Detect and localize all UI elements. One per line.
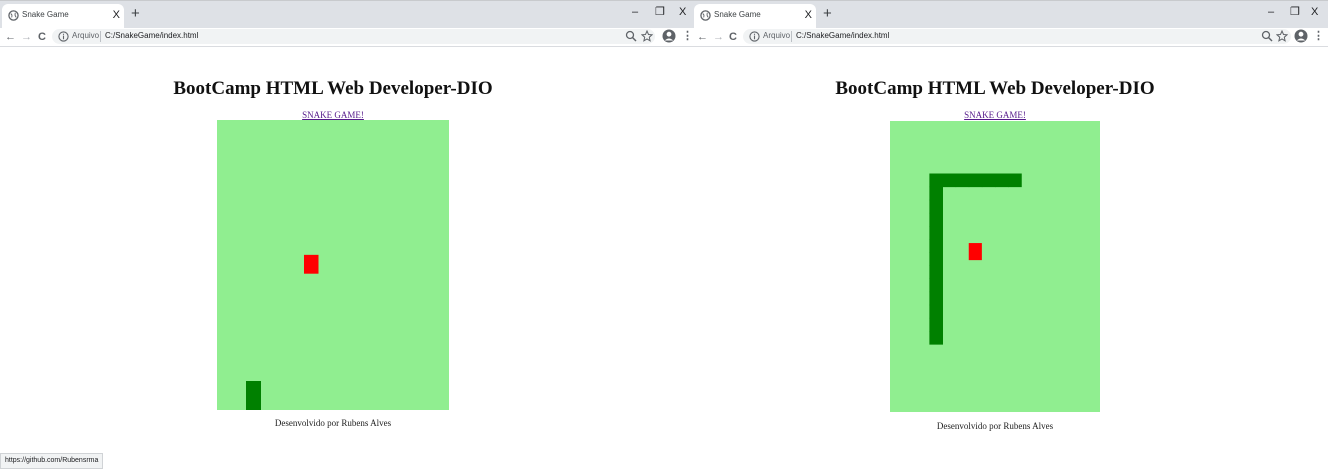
zoom-icon[interactable] — [625, 30, 637, 42]
file-chip-label: Arquivo — [72, 31, 100, 40]
board-background — [890, 121, 1100, 412]
reload-button[interactable]: C — [729, 29, 737, 45]
game-board[interactable] — [217, 120, 449, 410]
snake-segment — [929, 291, 943, 306]
snake-segment — [929, 173, 943, 188]
snake-segment — [929, 331, 943, 345]
tab-snake-game[interactable]: Snake Game X — [694, 4, 816, 28]
tab-strip: Snake Game X + – ❐ X — [0, 0, 692, 28]
browser-window-right: Snake Game X + – ❐ X ← → C Arquivo C:/Sn… — [692, 0, 1328, 469]
page-title: BootCamp HTML Web Developer-DIO — [173, 78, 493, 99]
snake-segment — [246, 381, 261, 396]
window-close-button[interactable]: X — [1311, 4, 1318, 20]
minimize-button[interactable]: – — [1268, 4, 1274, 20]
globe-icon — [8, 10, 19, 21]
forward-button[interactable]: → — [21, 29, 32, 45]
window-close-button[interactable]: X — [679, 4, 686, 20]
profile-avatar-icon[interactable] — [1294, 29, 1308, 43]
snake-segment — [981, 173, 996, 188]
tab-strip: Snake Game X + – ❐ X — [692, 0, 1328, 28]
new-tab-button[interactable]: + — [823, 4, 832, 24]
chip-divider — [791, 31, 792, 42]
tab-close-icon[interactable]: X — [805, 8, 812, 22]
forward-button[interactable]: → — [713, 29, 724, 45]
menu-icon[interactable]: ⋮ — [1313, 28, 1324, 44]
snake-segment — [929, 226, 943, 240]
snake-segment — [929, 265, 943, 279]
snake-segment — [929, 252, 943, 266]
snake-segment — [929, 186, 943, 201]
browser-window-left: Snake Game X + – ❐ X ← → C Arquivo C:/Sn… — [0, 0, 693, 469]
snake-segment — [929, 239, 943, 253]
address-bar[interactable]: Arquivo C:/SnakeGame/index.html — [743, 29, 1291, 44]
new-tab-button[interactable]: + — [131, 4, 140, 24]
snake-segment — [929, 199, 943, 214]
snake-segment — [929, 304, 943, 319]
game-board[interactable] — [890, 121, 1100, 412]
snake-segment — [995, 173, 1009, 188]
reload-button[interactable]: C — [38, 29, 46, 45]
snake-segment — [955, 173, 970, 188]
back-button[interactable]: ← — [5, 29, 16, 45]
restore-button[interactable]: ❐ — [1290, 4, 1300, 20]
snake-segment — [929, 212, 943, 227]
snake-game-link[interactable]: SNAKE GAME! — [964, 110, 1026, 120]
file-chip-label: Arquivo — [763, 31, 791, 40]
tab-close-icon[interactable]: X — [113, 8, 120, 22]
profile-avatar-icon[interactable] — [662, 29, 676, 43]
restore-button[interactable]: ❐ — [655, 4, 665, 20]
snake-segment — [942, 173, 957, 188]
star-icon[interactable] — [1276, 30, 1288, 42]
snake-segment — [929, 278, 943, 293]
page-title: BootCamp HTML Web Developer-DIO — [835, 78, 1155, 99]
food-item — [968, 243, 982, 261]
snake-segment — [929, 317, 943, 332]
globe-icon — [700, 10, 711, 21]
info-icon[interactable] — [749, 31, 760, 42]
tab-snake-game[interactable]: Snake Game X — [2, 4, 124, 28]
browser-toolbar: ← → C Arquivo C:/SnakeGame/index.html ⋮ — [0, 28, 693, 47]
snake-game-link[interactable]: SNAKE GAME! — [302, 110, 364, 120]
tab-title: Snake Game — [22, 10, 69, 19]
url-text[interactable]: C:/SnakeGame/index.html — [105, 31, 198, 40]
url-text[interactable]: C:/SnakeGame/index.html — [796, 31, 889, 40]
address-bar[interactable]: Arquivo C:/SnakeGame/index.html — [52, 29, 655, 44]
back-button[interactable]: ← — [697, 29, 708, 45]
snake-segment — [968, 173, 983, 188]
browser-toolbar: ← → C Arquivo C:/SnakeGame/index.html ⋮ — [692, 28, 1328, 47]
board-background — [217, 120, 449, 410]
tab-title: Snake Game — [714, 10, 761, 19]
minimize-button[interactable]: – — [632, 4, 638, 20]
food-item — [304, 254, 319, 274]
footer-credit: Desenvolvido por Rubens Alves — [274, 418, 392, 428]
info-icon[interactable] — [58, 31, 69, 42]
snake-segment — [1008, 173, 1022, 188]
chip-divider — [100, 31, 101, 42]
zoom-icon[interactable] — [1261, 30, 1273, 42]
star-icon[interactable] — [641, 30, 653, 42]
snake-segment — [246, 395, 261, 410]
status-bar-url: https://github.com/Rubensrma — [0, 453, 104, 469]
footer-credit: Desenvolvido por Rubens Alves — [936, 421, 1054, 431]
